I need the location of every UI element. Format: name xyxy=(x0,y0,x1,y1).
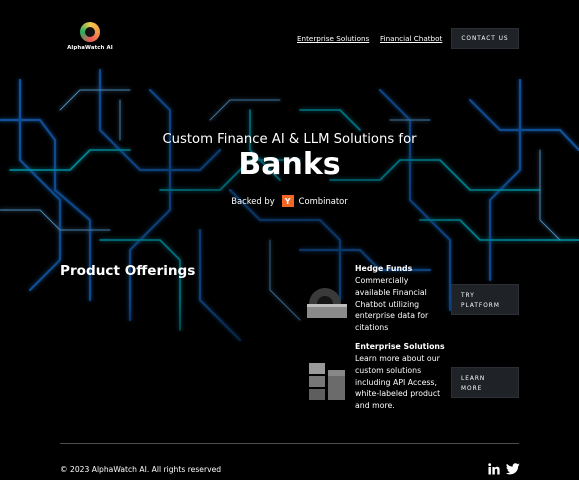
product-desc-hedge-funds: Commercially available Financial Chatbot… xyxy=(355,276,429,333)
contact-us-button[interactable]: CONTACT US xyxy=(451,28,519,49)
product-offerings-heading: Product Offerings xyxy=(60,263,196,279)
yc-name: Combinator xyxy=(298,196,348,206)
y-combinator-icon: Y xyxy=(281,195,294,207)
backed-by-label: Backed by xyxy=(231,196,275,206)
product-title-hedge-funds: Hedge Funds xyxy=(355,264,413,273)
brand-logo[interactable]: AlphaWatch AI xyxy=(66,22,114,51)
product-desc-enterprise-solutions: Learn more about our custom solutions in… xyxy=(355,354,441,411)
copyright-text: © 2023 AlphaWatch AI. All rights reserve… xyxy=(60,465,222,474)
nav-link-financial-chatbot[interactable]: Financial Chatbot xyxy=(380,34,442,43)
try-platform-button[interactable]: TRY PLATFORM xyxy=(451,284,519,315)
chatbot-icon xyxy=(307,288,347,318)
nav-link-enterprise-solutions[interactable]: Enterprise Solutions xyxy=(297,34,369,43)
backed-by-yc: Backed by Y Combinator xyxy=(0,195,579,207)
footer-divider xyxy=(60,443,519,444)
product-title-enterprise-solutions: Enterprise Solutions xyxy=(355,342,445,351)
hero-title: Banks xyxy=(238,147,341,182)
twitter-icon[interactable] xyxy=(506,463,520,475)
learn-more-button[interactable]: LEARN MORE xyxy=(451,367,519,398)
hero-subtitle: Custom Finance AI & LLM Solutions for xyxy=(162,132,417,147)
layout-grid-icon xyxy=(309,363,345,400)
brand-name: AlphaWatch AI xyxy=(67,45,113,51)
circuit-background xyxy=(0,0,579,480)
linkedin-icon[interactable] xyxy=(488,463,500,475)
alphawatch-logo-icon xyxy=(80,22,100,42)
